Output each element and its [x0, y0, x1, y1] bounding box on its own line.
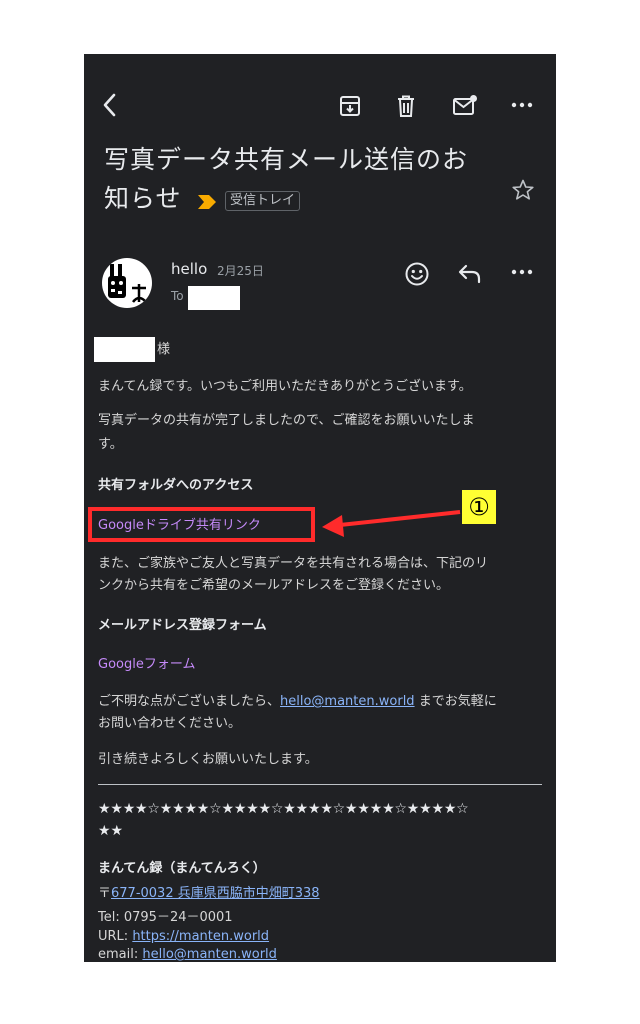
- sender-more-options-icon[interactable]: [511, 269, 533, 275]
- body-paragraph-2-line-1: 写真データの共有が完了しましたので、ご確認をお願いいたしま: [98, 413, 475, 428]
- company-email: email: hello@manten.world: [98, 945, 277, 962]
- sender-name: hello: [171, 260, 208, 278]
- google-form-link[interactable]: Googleフォーム: [98, 655, 195, 675]
- mark-unread-icon[interactable]: [452, 94, 478, 118]
- important-marker-icon[interactable]: [197, 194, 217, 210]
- address-link[interactable]: 677-0032 兵庫県西脇市中畑町338: [111, 886, 320, 901]
- body-paragraph-4-line-1: ご不明な点がございましたら、hello@manten.world までお気軽に: [98, 692, 497, 712]
- company-address: 〒677-0032 兵庫県西脇市中畑町338: [98, 884, 320, 904]
- sender-avatar[interactable]: [102, 258, 152, 308]
- reply-icon[interactable]: [457, 263, 483, 285]
- email-subject-line-2: 知らせ: [104, 184, 182, 213]
- more-options-icon[interactable]: [511, 102, 533, 108]
- body-paragraph-3-line-1: また、ご家族やご友人と写真データを共有される場合は、下記のリ: [98, 556, 489, 571]
- email-subject-line-1: 写真データ共有メール送信のお: [104, 145, 469, 174]
- body-paragraph-1: まんてん録です。いつもご利用いただきありがとうございます。: [98, 379, 472, 394]
- star-divider-line-2: ★★: [98, 823, 124, 839]
- paragraph-4-prefix: ご不明な点がございましたら、: [98, 694, 281, 709]
- email-prefix: email:: [98, 947, 143, 962]
- recipient-label: To: [171, 289, 184, 303]
- company-url: URL: https://manten.world: [98, 927, 269, 947]
- contact-email-link[interactable]: hello@manten.world: [280, 694, 415, 709]
- email-date: 2月25日: [217, 264, 264, 278]
- heading-shared-folder-access: 共有フォルダへのアクセス: [98, 478, 254, 493]
- website-link[interactable]: https://manten.world: [132, 929, 269, 944]
- signature-email-link[interactable]: hello@manten.world: [142, 947, 277, 962]
- back-icon[interactable]: [100, 92, 120, 118]
- closing-line: 引き続きよろしくお願いいたします。: [98, 752, 318, 767]
- company-name: まんてん録（まんてんろく）: [98, 861, 266, 876]
- redacted-recipient-name: [94, 337, 155, 362]
- body-paragraph-2-line-2: す。: [98, 437, 123, 452]
- salutation-suffix: 様: [157, 342, 171, 357]
- paragraph-4-suffix: までお気軽に: [414, 694, 497, 709]
- email-screen: 写真データ共有メール送信のお 知らせ 受信トレイ hello 2月25日 To …: [84, 54, 556, 962]
- url-prefix: URL:: [98, 929, 133, 944]
- heading-email-registration-form: メールアドレス登録フォーム: [98, 618, 267, 633]
- redacted-recipient: [188, 286, 240, 310]
- body-paragraph-3-line-2: ンクから共有をご希望のメールアドレスをご登録ください。: [98, 578, 450, 593]
- inbox-label-tag[interactable]: 受信トレイ: [225, 191, 301, 211]
- postal-mark: 〒: [98, 886, 112, 901]
- star-divider-line-1: ★★★★☆★★★★☆★★★★☆★★★★☆★★★★☆★★★★☆: [98, 801, 469, 817]
- highlight-box: [88, 507, 315, 542]
- annotation-arrow-icon: [320, 510, 464, 540]
- archive-icon[interactable]: [338, 94, 362, 118]
- trash-icon[interactable]: [395, 94, 417, 118]
- emoji-reaction-icon[interactable]: [404, 261, 430, 287]
- company-tel: Tel: 0795－24－0001: [98, 910, 233, 925]
- body-paragraph-4-line-2: お問い合わせください。: [98, 716, 242, 731]
- star-icon[interactable]: [511, 178, 535, 202]
- signature-divider: [98, 784, 542, 785]
- annotation-marker: ①: [462, 490, 496, 524]
